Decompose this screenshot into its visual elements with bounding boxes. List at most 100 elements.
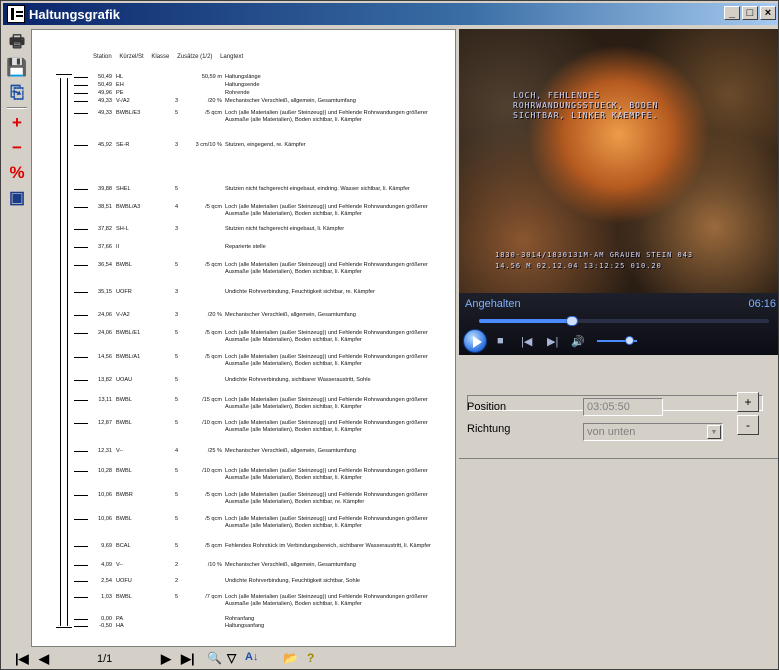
position-field[interactable]: 03:05:50 [583, 398, 663, 416]
toolbar-separator [7, 107, 27, 109]
plus-icon[interactable]: + [6, 112, 28, 134]
row-code: V-/A2 [116, 312, 130, 318]
row-code: SHEL [116, 186, 131, 192]
row-kl: 5 [175, 377, 179, 383]
row-zu: 50,59 m [201, 74, 222, 80]
row-kl: 3 [175, 289, 179, 295]
row-txt: Mechanischer Verschleiß, allgemein, Gesa… [225, 448, 356, 454]
row-st: 37,66 [98, 244, 112, 250]
row-marker [74, 292, 88, 293]
row-code: II [116, 244, 120, 250]
row-marker [74, 619, 88, 620]
row-code: V-/A2 [116, 98, 130, 104]
next-page-icon[interactable]: ▶ [161, 651, 171, 667]
row-txt: Rohranfang [225, 616, 255, 622]
pipe-graphic [56, 74, 72, 75]
row-txt: Loch (alle Materialien (außer Steinzeug)… [225, 397, 428, 410]
position-minus-button[interactable]: - [737, 415, 759, 435]
header-klasse: Klasse [151, 54, 170, 60]
row-zu: 3 cm/10 % [195, 142, 222, 148]
binoculars-icon[interactable]: 🔍 [207, 651, 222, 665]
row-st: 50,49 [98, 82, 112, 88]
row-zu: /7 qcm [205, 594, 222, 600]
row-marker [74, 423, 88, 424]
row-marker [74, 357, 88, 358]
row-st: 35,15 [98, 289, 112, 295]
row-marker [74, 495, 88, 496]
frame-icon[interactable]: ▣ [6, 187, 28, 209]
row-kl: 4 [175, 448, 179, 454]
inspection-video[interactable]: LOCH, FEHLENDES ROHRWANDUNGSSTUECK, BODE… [459, 29, 778, 293]
close-button[interactable]: × [760, 6, 776, 20]
row-kl: 5 [175, 468, 179, 474]
row-txt: Loch (alle Materialien (außer Steinzeug)… [225, 110, 428, 123]
row-st: 39,88 [98, 186, 112, 192]
header-station: Station [93, 54, 112, 60]
last-page-icon[interactable]: ▶| [181, 651, 195, 667]
row-marker [74, 626, 88, 627]
percent-icon[interactable]: % [6, 162, 28, 184]
seek-bar[interactable] [479, 316, 769, 326]
row-code: HL [116, 74, 124, 80]
row-st: 12,87 [98, 420, 112, 426]
row-txt: Mechanischer Verschleiß, allgemein, Gesa… [225, 312, 356, 318]
stop-icon[interactable]: ■ [497, 335, 504, 347]
play-button[interactable] [463, 329, 487, 353]
row-code: SH-L [116, 226, 129, 232]
row-txt: Loch (alle Materialien (außer Steinzeug)… [225, 492, 428, 505]
seek-handle[interactable] [565, 316, 578, 326]
previous-icon[interactable]: |◀ [521, 335, 532, 348]
row-code: BWBL [116, 397, 132, 403]
row-code: BWBL [116, 468, 132, 474]
row-marker [74, 101, 88, 102]
row-zu: /25 % [207, 448, 222, 454]
row-code: BWBL/A1 [116, 354, 141, 360]
position-label: Position [467, 401, 507, 413]
row-txt: Fehlendes Rohrstück im Verbindungsbereic… [225, 543, 431, 549]
next-icon[interactable]: ▶| [547, 335, 558, 348]
row-kl: 5 [175, 543, 179, 549]
row-txt: Loch (alle Materialien (außer Steinzeug)… [225, 262, 428, 275]
row-st: 49,33 [98, 98, 112, 104]
first-page-icon[interactable]: |◀ [15, 651, 29, 667]
minimize-button[interactable]: _ [724, 6, 740, 20]
row-zu: /5 qcm [205, 492, 222, 498]
header-zusatz: Zusätze (1/2) [177, 54, 213, 60]
volume-handle[interactable] [625, 336, 634, 345]
row-code: BWBL [116, 262, 132, 268]
row-code: SE-R [116, 142, 130, 148]
minus-icon[interactable]: − [6, 137, 28, 159]
row-st: 50,49 [98, 74, 112, 80]
chevron-down-icon[interactable]: ▼ [707, 425, 721, 439]
speaker-icon[interactable]: 🔊 [571, 335, 585, 348]
filter-icon[interactable]: ▽ [227, 651, 236, 665]
printer-icon[interactable]: 🖶 [6, 32, 28, 54]
row-code: BWBL [116, 420, 132, 426]
control-panel: Position 03:05:50 + Richtung von unten ▼… [459, 355, 778, 459]
position-plus-button[interactable]: + [737, 392, 759, 412]
row-marker [74, 207, 88, 208]
row-txt: Haltungslänge [225, 74, 261, 80]
header-kuerzel: Kürzel/St [119, 54, 144, 60]
richtung-select[interactable]: von unten ▼ [583, 423, 723, 441]
row-kl: 3 [175, 142, 179, 148]
sort-icon[interactable]: A↓ [245, 651, 258, 663]
video-overlay-text: 14.56 M 02.12.04 13:12:25 010.20 [495, 262, 662, 270]
row-marker [74, 77, 88, 78]
maximize-button[interactable]: □ [742, 6, 758, 20]
row-code: PA [116, 616, 124, 622]
previous-page-icon[interactable]: ◀ [39, 651, 49, 667]
row-kl: 5 [175, 262, 179, 268]
row-marker [74, 519, 88, 520]
help-icon[interactable]: ? [307, 651, 314, 665]
open-folder-icon[interactable]: 📂 [283, 651, 298, 665]
row-marker [74, 93, 88, 94]
row-kl: 3 [175, 98, 179, 104]
row-zu: /10 qcm [202, 420, 222, 426]
row-st: 45,92 [98, 142, 112, 148]
richtung-value: von unten [587, 426, 636, 438]
row-st: 24,06 [98, 330, 112, 336]
copy-icon[interactable]: ⎘ [6, 82, 28, 104]
save-icon[interactable]: 💾 [6, 57, 28, 79]
row-marker [74, 85, 88, 86]
